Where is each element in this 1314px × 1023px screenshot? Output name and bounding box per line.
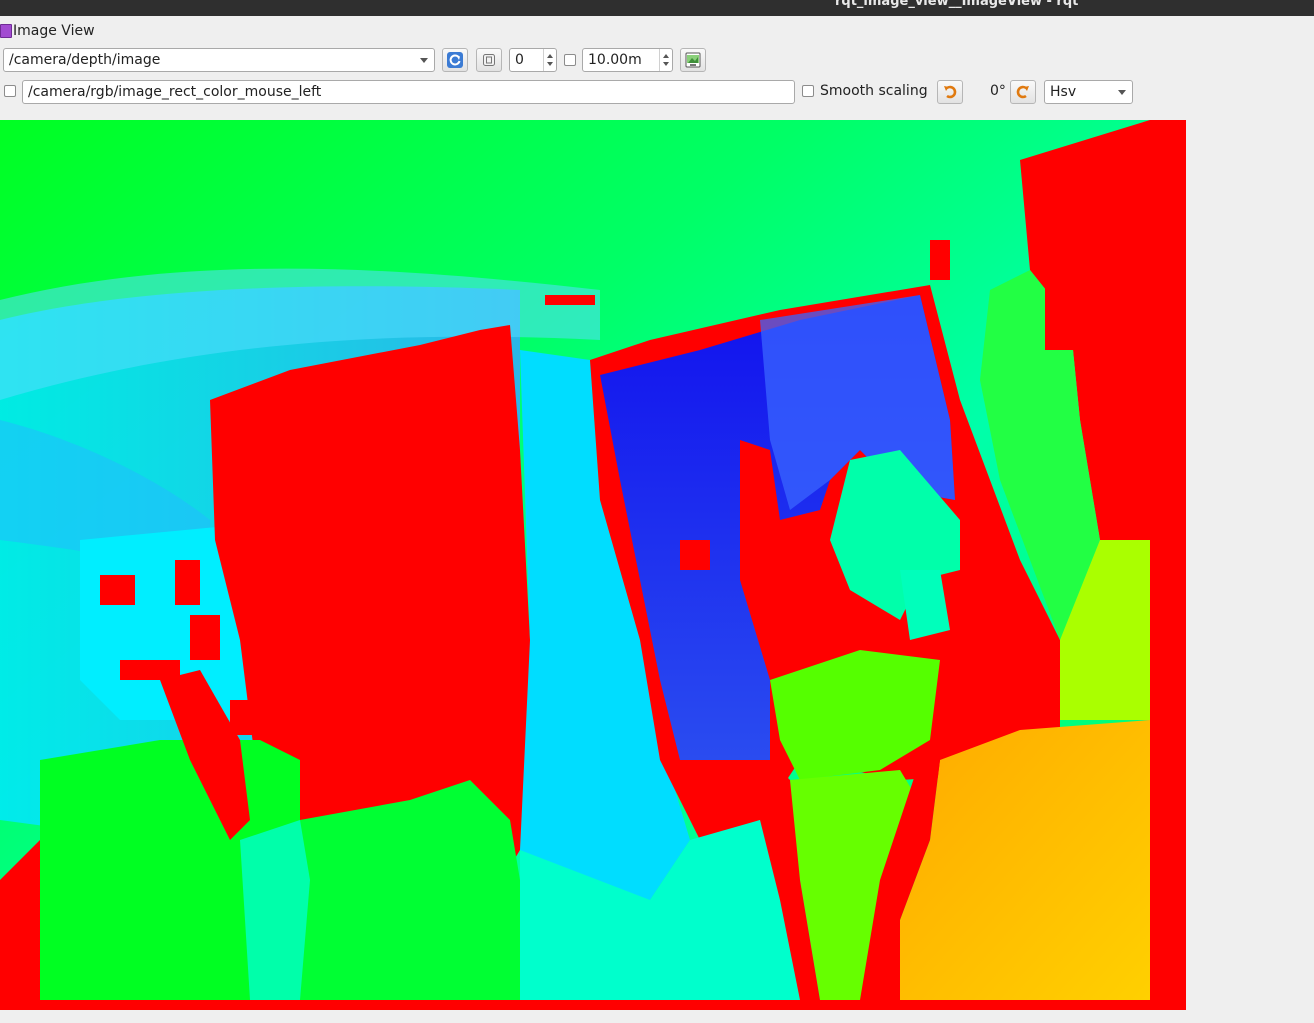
image-view-plugin-icon — [0, 24, 12, 38]
rotation-label: 0° — [990, 83, 1006, 99]
spin-up-icon — [663, 54, 669, 58]
colormap-combobox[interactable]: Hsv — [1044, 80, 1133, 104]
publish-topic-input[interactable]: /camera/rgb/image_rect_color_mouse_left — [22, 80, 795, 104]
max-depth-checkbox[interactable] — [564, 54, 576, 66]
save-image-button[interactable] — [680, 48, 706, 72]
window-titlebar: rqt_image_view__ImageView - rqt — [0, 0, 1314, 16]
smooth-scaling-checkbox[interactable] — [802, 85, 814, 97]
rotate-right-button[interactable] — [1010, 80, 1036, 104]
rotate-left-button[interactable] — [937, 80, 963, 104]
min-depth-value: 0 — [515, 52, 524, 68]
window-title: rqt_image_view__ImageView - rqt — [835, 0, 1079, 9]
zoom-1-icon — [483, 54, 495, 66]
plugin-title: Image View — [13, 23, 95, 39]
depth-image — [0, 120, 1186, 1010]
min-depth-spinbox[interactable]: 0 — [509, 48, 557, 72]
spin-down-icon — [663, 62, 669, 66]
publish-click-checkbox[interactable] — [4, 85, 16, 97]
rotate-right-icon — [1016, 85, 1029, 99]
zoom-1-button[interactable] — [476, 48, 502, 72]
plugin-header: Image View — [0, 22, 95, 40]
max-depth-value: 10.00m — [588, 52, 642, 68]
max-depth-spinbox[interactable]: 10.00m — [582, 48, 673, 72]
chevron-down-icon — [1118, 90, 1126, 95]
publish-topic-value: /camera/rgb/image_rect_color_mouse_left — [28, 84, 322, 100]
rotate-left-icon — [944, 85, 957, 99]
chevron-down-icon — [420, 58, 428, 63]
save-image-icon — [685, 52, 701, 68]
depth-image-view[interactable] — [0, 120, 1186, 1010]
spin-buttons[interactable] — [659, 49, 672, 71]
spin-down-icon — [547, 62, 553, 66]
topic-combobox-value: /camera/depth/image — [9, 52, 161, 68]
colormap-value: Hsv — [1050, 84, 1077, 100]
refresh-topics-button[interactable] — [442, 48, 468, 72]
refresh-icon — [447, 52, 463, 68]
spin-up-icon — [547, 54, 553, 58]
spin-buttons[interactable] — [543, 49, 556, 71]
smooth-scaling-label: Smooth scaling — [820, 83, 928, 99]
topic-combobox[interactable]: /camera/depth/image — [3, 48, 435, 72]
